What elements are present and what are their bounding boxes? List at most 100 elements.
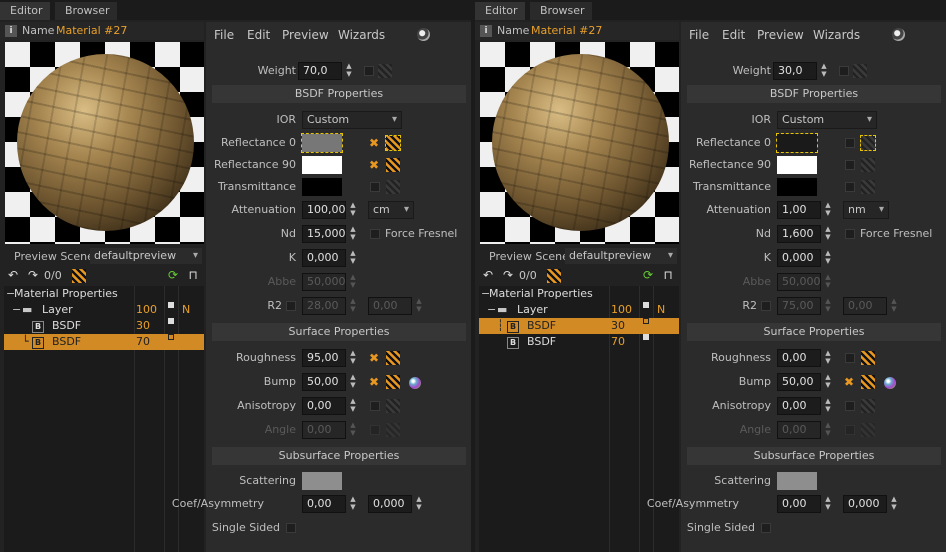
single-sided-checkbox[interactable] [286,523,296,533]
menu-wizards[interactable]: Wizards [338,28,385,42]
anisotropy-spinner[interactable]: ▲ ▼ [348,397,358,415]
ior-dropdown[interactable]: Custom [302,111,402,129]
weight-field[interactable]: 30,0 [773,62,817,80]
k-spinner[interactable]: ▲ ▼ [348,249,358,267]
bump-field[interactable]: 50,00 [302,373,346,391]
attenuation-field[interactable]: 1,00 [777,201,821,219]
scattering-swatch[interactable] [302,472,342,490]
roughness-spinner[interactable]: ▲ ▼ [348,349,358,367]
section-bsdf[interactable]: BSDF Properties [212,85,466,103]
bsdf-checkbox[interactable] [168,318,174,324]
normal-map-icon[interactable] [409,377,421,389]
anisotropy-field[interactable]: 0,00 [777,397,821,415]
render-icon[interactable] [417,28,430,41]
menu-edit[interactable]: Edit [247,28,270,42]
menu-file[interactable]: File [214,28,234,42]
menu-wizards[interactable]: Wizards [813,28,860,42]
clear-texture-icon[interactable]: ✖ [369,158,381,172]
bsdf-checkbox[interactable] [643,334,649,340]
info-icon[interactable]: i [5,25,17,37]
redo-icon[interactable]: ↷ [501,268,515,282]
coef-spinner-b[interactable]: ▲ ▼ [414,495,424,513]
material-name-field[interactable]: Material #27 [531,24,602,37]
section-subsurface[interactable]: Subsurface Properties [212,447,466,465]
attenuation-unit-dropdown[interactable]: nm [843,201,889,219]
reflectance0-swatch[interactable] [776,133,818,153]
nd-spinner[interactable]: ▲ ▼ [348,225,358,243]
weight-spinner[interactable]: ▲ ▼ [819,62,829,80]
r2-checkbox[interactable] [761,301,771,311]
redo-icon[interactable]: ↷ [26,268,40,282]
anisotropy-texture-icon[interactable] [386,399,400,413]
clear-texture-icon[interactable]: ✖ [369,136,381,150]
anisotropy-checkbox[interactable] [845,401,855,411]
force-fresnel-checkbox[interactable] [370,229,380,239]
anisotropy-checkbox[interactable] [370,401,380,411]
attenuation-spinner[interactable]: ▲ ▼ [348,201,358,219]
tab-editor[interactable]: Editor [0,2,50,20]
k-field[interactable]: 0,000 [302,249,346,267]
bsdf-weight[interactable]: 30 [136,318,150,334]
tab-editor[interactable]: Editor [475,2,525,20]
tree-row-bsdf-2[interactable]: B BSDF 70 [479,334,679,350]
bump-texture-icon[interactable] [386,375,400,389]
transmittance-texture-icon[interactable] [861,180,875,194]
roughness-texture-icon[interactable] [861,351,875,365]
coef-field-a[interactable]: 0,00 [302,495,346,513]
tree-row-bsdf-1[interactable]: ┆ B BSDF 30 [479,318,679,334]
transmittance-swatch[interactable] [777,178,817,196]
weight-field[interactable]: 70,0 [298,62,342,80]
reflectance0-checkbox[interactable] [845,138,855,148]
transmittance-swatch[interactable] [302,178,342,196]
anisotropy-texture-icon[interactable] [861,399,875,413]
weight-texture-icon[interactable] [378,64,392,78]
reflectance0-texture-icon[interactable] [860,135,876,151]
bsdf-weight[interactable]: 70 [611,334,625,350]
clear-texture-icon[interactable]: ✖ [844,375,856,389]
bsdf-checkbox[interactable] [643,318,649,324]
section-bsdf[interactable]: BSDF Properties [687,85,941,103]
menu-preview[interactable]: Preview [282,28,329,42]
anisotropy-spinner[interactable]: ▲ ▼ [823,397,833,415]
nd-field[interactable]: 15,000 [302,225,346,243]
bsdf-checkbox[interactable] [168,334,174,340]
coef-field-b[interactable]: 0,000 [843,495,887,513]
bump-spinner[interactable]: ▲ ▼ [823,373,833,391]
tree-row-bsdf-2[interactable]: └ B BSDF 70 [4,334,204,350]
section-surface[interactable]: Surface Properties [687,323,941,341]
r2-checkbox[interactable] [286,301,296,311]
k-spinner[interactable]: ▲ ▼ [823,249,833,267]
bump-texture-icon[interactable] [861,375,875,389]
material-name-field[interactable]: Material #27 [56,24,127,37]
roughness-field[interactable]: 0,00 [777,349,821,367]
undo-icon[interactable]: ↶ [6,268,20,282]
nd-field[interactable]: 1,600 [777,225,821,243]
reflectance90-texture-icon[interactable] [386,158,400,172]
texture-icon[interactable] [547,269,561,283]
reflectance90-checkbox[interactable] [845,160,855,170]
roughness-texture-icon[interactable] [386,351,400,365]
single-sided-checkbox[interactable] [761,523,771,533]
section-subsurface[interactable]: Subsurface Properties [687,447,941,465]
reflectance90-texture-icon[interactable] [861,158,875,172]
reflectance0-texture-icon[interactable] [385,135,401,151]
render-icon[interactable] [892,28,905,41]
anisotropy-field[interactable]: 0,00 [302,397,346,415]
clear-texture-icon[interactable]: ✖ [369,375,381,389]
weight-checkbox[interactable] [364,66,374,76]
tree-row-bsdf-1[interactable]: B BSDF 30 [4,318,204,334]
k-field[interactable]: 0,000 [777,249,821,267]
bsdf-weight[interactable]: 70 [136,334,150,350]
attenuation-spinner[interactable]: ▲ ▼ [823,201,833,219]
bump-spinner[interactable]: ▲ ▼ [348,373,358,391]
coef-spinner-a[interactable]: ▲ ▼ [348,495,358,513]
transmittance-checkbox[interactable] [845,182,855,192]
attenuation-field[interactable]: 100,00 [302,201,346,219]
weight-texture-icon[interactable] [853,64,867,78]
scattering-swatch[interactable] [777,472,817,490]
menu-preview[interactable]: Preview [757,28,804,42]
section-surface[interactable]: Surface Properties [212,323,466,341]
normal-map-icon[interactable] [884,377,896,389]
weight-checkbox[interactable] [839,66,849,76]
menu-file[interactable]: File [689,28,709,42]
